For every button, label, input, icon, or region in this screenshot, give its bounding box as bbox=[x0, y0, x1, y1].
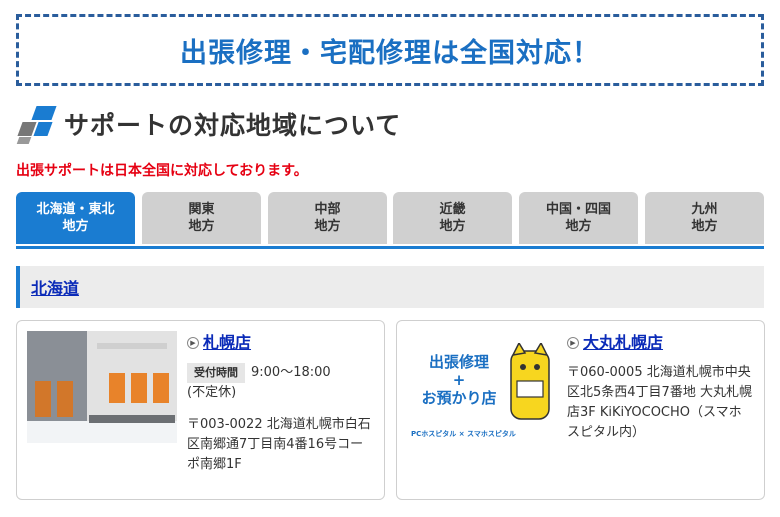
promo-banner: 出張修理・宅配修理は全国対応！ bbox=[16, 14, 764, 86]
tab-chugoku-shikoku[interactable]: 中国・四国 地方 bbox=[519, 192, 638, 244]
region-link-hokkaido[interactable]: 北海道 bbox=[31, 275, 79, 299]
badge-line1: 出張修理 bbox=[428, 353, 489, 371]
brand-pc-hospital: PCホスピタル bbox=[411, 430, 457, 438]
section-heading: サポートの対応地域について bbox=[16, 104, 401, 144]
store-hours: 9:00〜18:00 bbox=[251, 365, 331, 380]
section-title: サポートの対応地域について bbox=[64, 111, 402, 140]
store-address: 〒060-0005 北海道札幌市中央区北5条西4丁目7番地 大丸札幌店3F Ki… bbox=[567, 365, 752, 440]
badge-line2: お預かり店 bbox=[421, 389, 497, 407]
support-logo-icon bbox=[16, 104, 58, 144]
store-photo-sapporo bbox=[27, 331, 177, 443]
tab-chubu[interactable]: 中部 地方 bbox=[268, 192, 387, 244]
store-link-daimaru-sapporo[interactable]: 大丸札幌店 bbox=[583, 333, 663, 353]
brand-smahospital: スマホスピタル bbox=[467, 430, 516, 438]
store-link-sapporo[interactable]: 札幌店 bbox=[203, 333, 251, 353]
store-holiday: (不定休) bbox=[187, 385, 237, 400]
badge-plus: + bbox=[452, 371, 466, 389]
hours-label: 受付時間 bbox=[187, 363, 245, 383]
region-header: 北海道 bbox=[16, 266, 764, 308]
region-tabs: 北海道・東北 地方 関東 地方 中部 地方 近畿 地方 中国・四国 地方 九州 … bbox=[16, 192, 764, 249]
store-address: 〒003-0022 北海道札幌市白石区南郷通7丁目南4番16号コーポ南郷1F bbox=[187, 417, 371, 472]
tab-kinki[interactable]: 近畿 地方 bbox=[393, 192, 512, 244]
brand-separator: × bbox=[458, 430, 465, 438]
banner-text: 出張修理・宅配修理は全国対応！ bbox=[180, 37, 600, 69]
nationwide-notice: 出張サポートは日本全国に対応しております。 bbox=[16, 163, 308, 179]
store-card-daimaru-sapporo: 出張修理 + お預かり店 PCホスピタル × スマホスピタル ▶ 大丸札幌店 〒… bbox=[396, 320, 765, 500]
store-info-sapporo: ▶ 札幌店 受付時間 9:00〜18:00 (不定休) 〒003-0022 北海道… bbox=[187, 333, 374, 475]
arrow-right-icon: ▶ bbox=[567, 337, 579, 349]
store-info-daimaru: ▶ 大丸札幌店 〒060-0005 北海道札幌市中央区北5条西4丁目7番地 大丸… bbox=[567, 333, 754, 443]
store-card-sapporo: ▶ 札幌店 受付時間 9:00〜18:00 (不定休) 〒003-0022 北海道… bbox=[16, 320, 385, 500]
mascot-icon bbox=[510, 343, 550, 420]
tab-kyushu[interactable]: 九州 地方 bbox=[645, 192, 764, 244]
tab-hokkaido-tohoku[interactable]: 北海道・東北 地方 bbox=[16, 192, 135, 244]
arrow-right-icon: ▶ bbox=[187, 337, 199, 349]
tab-kanto[interactable]: 関東 地方 bbox=[142, 192, 261, 244]
store-badge-image: 出張修理 + お預かり店 PCホスピタル × スマホスピタル bbox=[407, 331, 557, 443]
